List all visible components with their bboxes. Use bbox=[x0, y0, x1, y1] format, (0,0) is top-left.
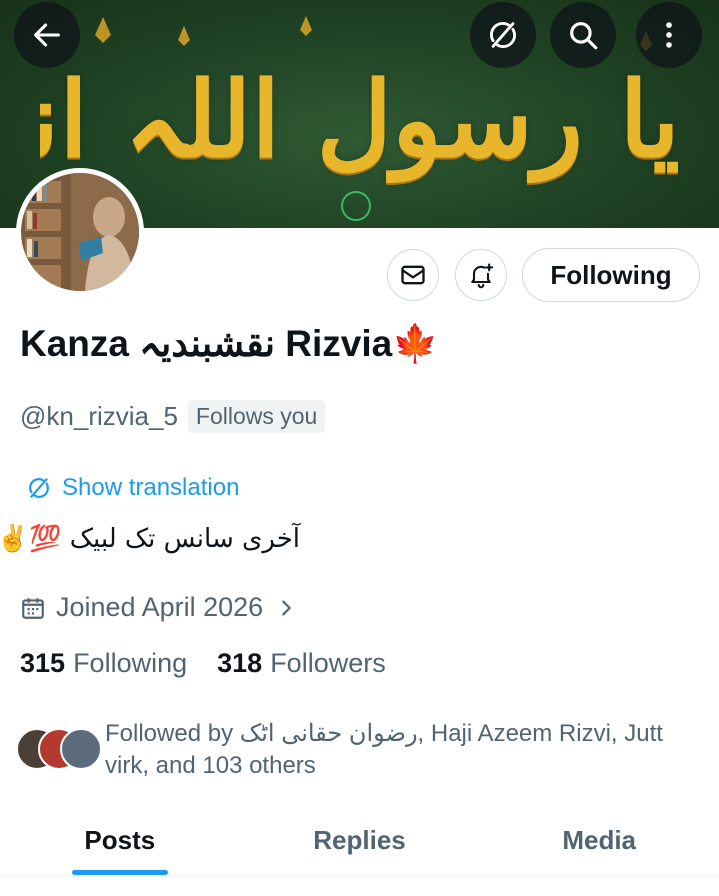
show-translation-label[interactable]: Show translation bbox=[62, 474, 239, 502]
joined-date: Joined April 2026 bbox=[56, 592, 264, 622]
tab-media[interactable]: Media bbox=[479, 806, 719, 875]
tab-posts[interactable]: Posts bbox=[0, 806, 240, 875]
follow-stats: 315 Following 318 Followers bbox=[20, 648, 386, 679]
display-name: Kanza نقشبندیہ Rizvia🍁 bbox=[20, 323, 439, 364]
tab-replies[interactable]: Replies bbox=[240, 806, 480, 875]
follows-you-badge: Follows you bbox=[187, 400, 326, 433]
translate-icon bbox=[29, 478, 49, 498]
avatar-image bbox=[21, 173, 139, 291]
chevron-right-icon bbox=[282, 599, 291, 616]
message-button[interactable] bbox=[387, 249, 439, 301]
tab-label: Media bbox=[562, 825, 637, 855]
tab-label: Posts bbox=[84, 825, 156, 855]
more-vertical-icon bbox=[666, 22, 672, 48]
following-button[interactable]: Following bbox=[522, 248, 700, 302]
profile-tabs: Posts Replies Media bbox=[0, 806, 719, 876]
following-label: Following bbox=[73, 648, 188, 678]
search-button[interactable] bbox=[550, 2, 616, 68]
joined-date-row[interactable]: Joined April 2026 bbox=[20, 592, 297, 623]
tab-label: Replies bbox=[313, 825, 406, 855]
active-tab-indicator bbox=[71, 870, 168, 875]
calendar-icon bbox=[22, 597, 44, 619]
translate-button[interactable] bbox=[470, 2, 536, 68]
following-count: 315 bbox=[20, 648, 66, 678]
followed-by-avatars bbox=[16, 728, 102, 772]
translate-icon bbox=[490, 22, 516, 48]
following-stat[interactable]: 315 Following bbox=[20, 648, 187, 679]
profile-bio: آخری سانس تک لبیک 💯✌️ bbox=[0, 524, 300, 554]
more-options-button[interactable] bbox=[636, 2, 702, 68]
user-handle: @kn_rizvia_5 bbox=[20, 401, 178, 431]
show-translation-link[interactable]: Show translation bbox=[26, 474, 239, 502]
handle-row: @kn_rizvia_5 Follows you bbox=[20, 400, 326, 433]
profile-avatar[interactable] bbox=[16, 168, 144, 296]
notifications-button[interactable] bbox=[455, 249, 507, 301]
followed-by-text: Followed by رضوان حقانی اٹک, Haji Azeem … bbox=[105, 720, 663, 779]
envelope-icon bbox=[401, 265, 425, 285]
search-icon bbox=[570, 22, 598, 50]
arrow-left-icon bbox=[34, 23, 60, 47]
back-button[interactable] bbox=[14, 2, 80, 68]
followers-label: Followers bbox=[270, 648, 386, 678]
bell-plus-icon bbox=[471, 263, 494, 289]
followers-count: 318 bbox=[217, 648, 263, 678]
followers-stat[interactable]: 318 Followers bbox=[217, 648, 386, 679]
avatar bbox=[60, 728, 102, 770]
